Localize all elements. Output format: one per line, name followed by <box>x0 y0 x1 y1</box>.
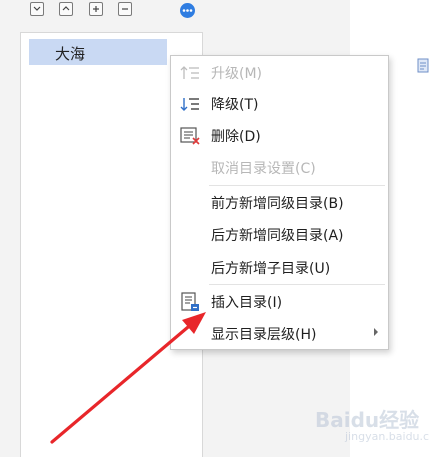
blue-dots-icon[interactable] <box>179 2 196 19</box>
menu-item-label: 后方新增子目录(U) <box>211 261 331 277</box>
submenu-arrow-icon <box>374 328 378 336</box>
watermark-text: Baidu经验 <box>315 408 420 432</box>
chevron-up-icon <box>62 6 70 11</box>
tree-item[interactable]: 大海 <box>29 39 167 65</box>
collapse-button[interactable] <box>30 2 44 16</box>
minus-icon <box>122 8 128 10</box>
app-window: 大海 升级(M) 降级(T) 删除(D) 取消目录设置(C) 前方新增同级目录(… <box>0 0 429 457</box>
add-button[interactable] <box>89 2 103 16</box>
remove-button[interactable] <box>118 2 132 16</box>
context-menu: 升级(M) 降级(T) 删除(D) 取消目录设置(C) 前方新增同级目录(B) … <box>170 55 389 350</box>
delete-list-icon <box>180 127 200 145</box>
tree-item-label: 大海 <box>55 45 86 63</box>
menu-item-add-after[interactable]: 后方新增同级目录(A) <box>171 219 388 249</box>
menu-item-add-child[interactable]: 后方新增子目录(U) <box>171 252 388 282</box>
menu-item-add-before[interactable]: 前方新增同级目录(B) <box>171 187 388 217</box>
menu-item-label: 显示目录层级(H) <box>211 327 317 343</box>
menu-item-demote[interactable]: 降级(T) <box>171 88 388 118</box>
plus-icon <box>93 6 99 12</box>
menu-item-cancel-toc[interactable]: 取消目录设置(C) <box>171 152 388 182</box>
menu-item-label: 取消目录设置(C) <box>211 161 316 177</box>
menu-item-label: 降级(T) <box>211 97 259 113</box>
menu-separator <box>209 284 385 285</box>
menu-item-label: 前方新增同级目录(B) <box>211 196 344 212</box>
insert-toc-icon <box>181 292 199 311</box>
baidu-watermark: Baidu经验 jingyan.baidu.com <box>315 404 429 450</box>
menu-item-insert-toc[interactable]: 插入目录(I) <box>171 286 388 316</box>
demote-icon <box>180 98 199 111</box>
menu-item-show-levels[interactable]: 显示目录层级(H) <box>171 318 388 348</box>
menu-separator <box>209 185 385 186</box>
expand-button[interactable] <box>59 2 73 16</box>
menu-item-label: 后方新增同级目录(A) <box>211 228 344 244</box>
promote-icon <box>180 66 199 79</box>
menu-item-label: 删除(D) <box>211 129 261 145</box>
menu-item-promote[interactable]: 升级(M) <box>171 57 388 87</box>
outline-toolbar <box>28 2 208 20</box>
document-outline-icon[interactable] <box>417 58 429 74</box>
menu-item-delete[interactable]: 删除(D) <box>171 120 388 150</box>
chevron-down-icon <box>33 6 41 11</box>
watermark-subtext: jingyan.baidu.com <box>345 430 429 443</box>
menu-item-label: 升级(M) <box>211 66 263 82</box>
menu-item-label: 插入目录(I) <box>211 295 283 311</box>
